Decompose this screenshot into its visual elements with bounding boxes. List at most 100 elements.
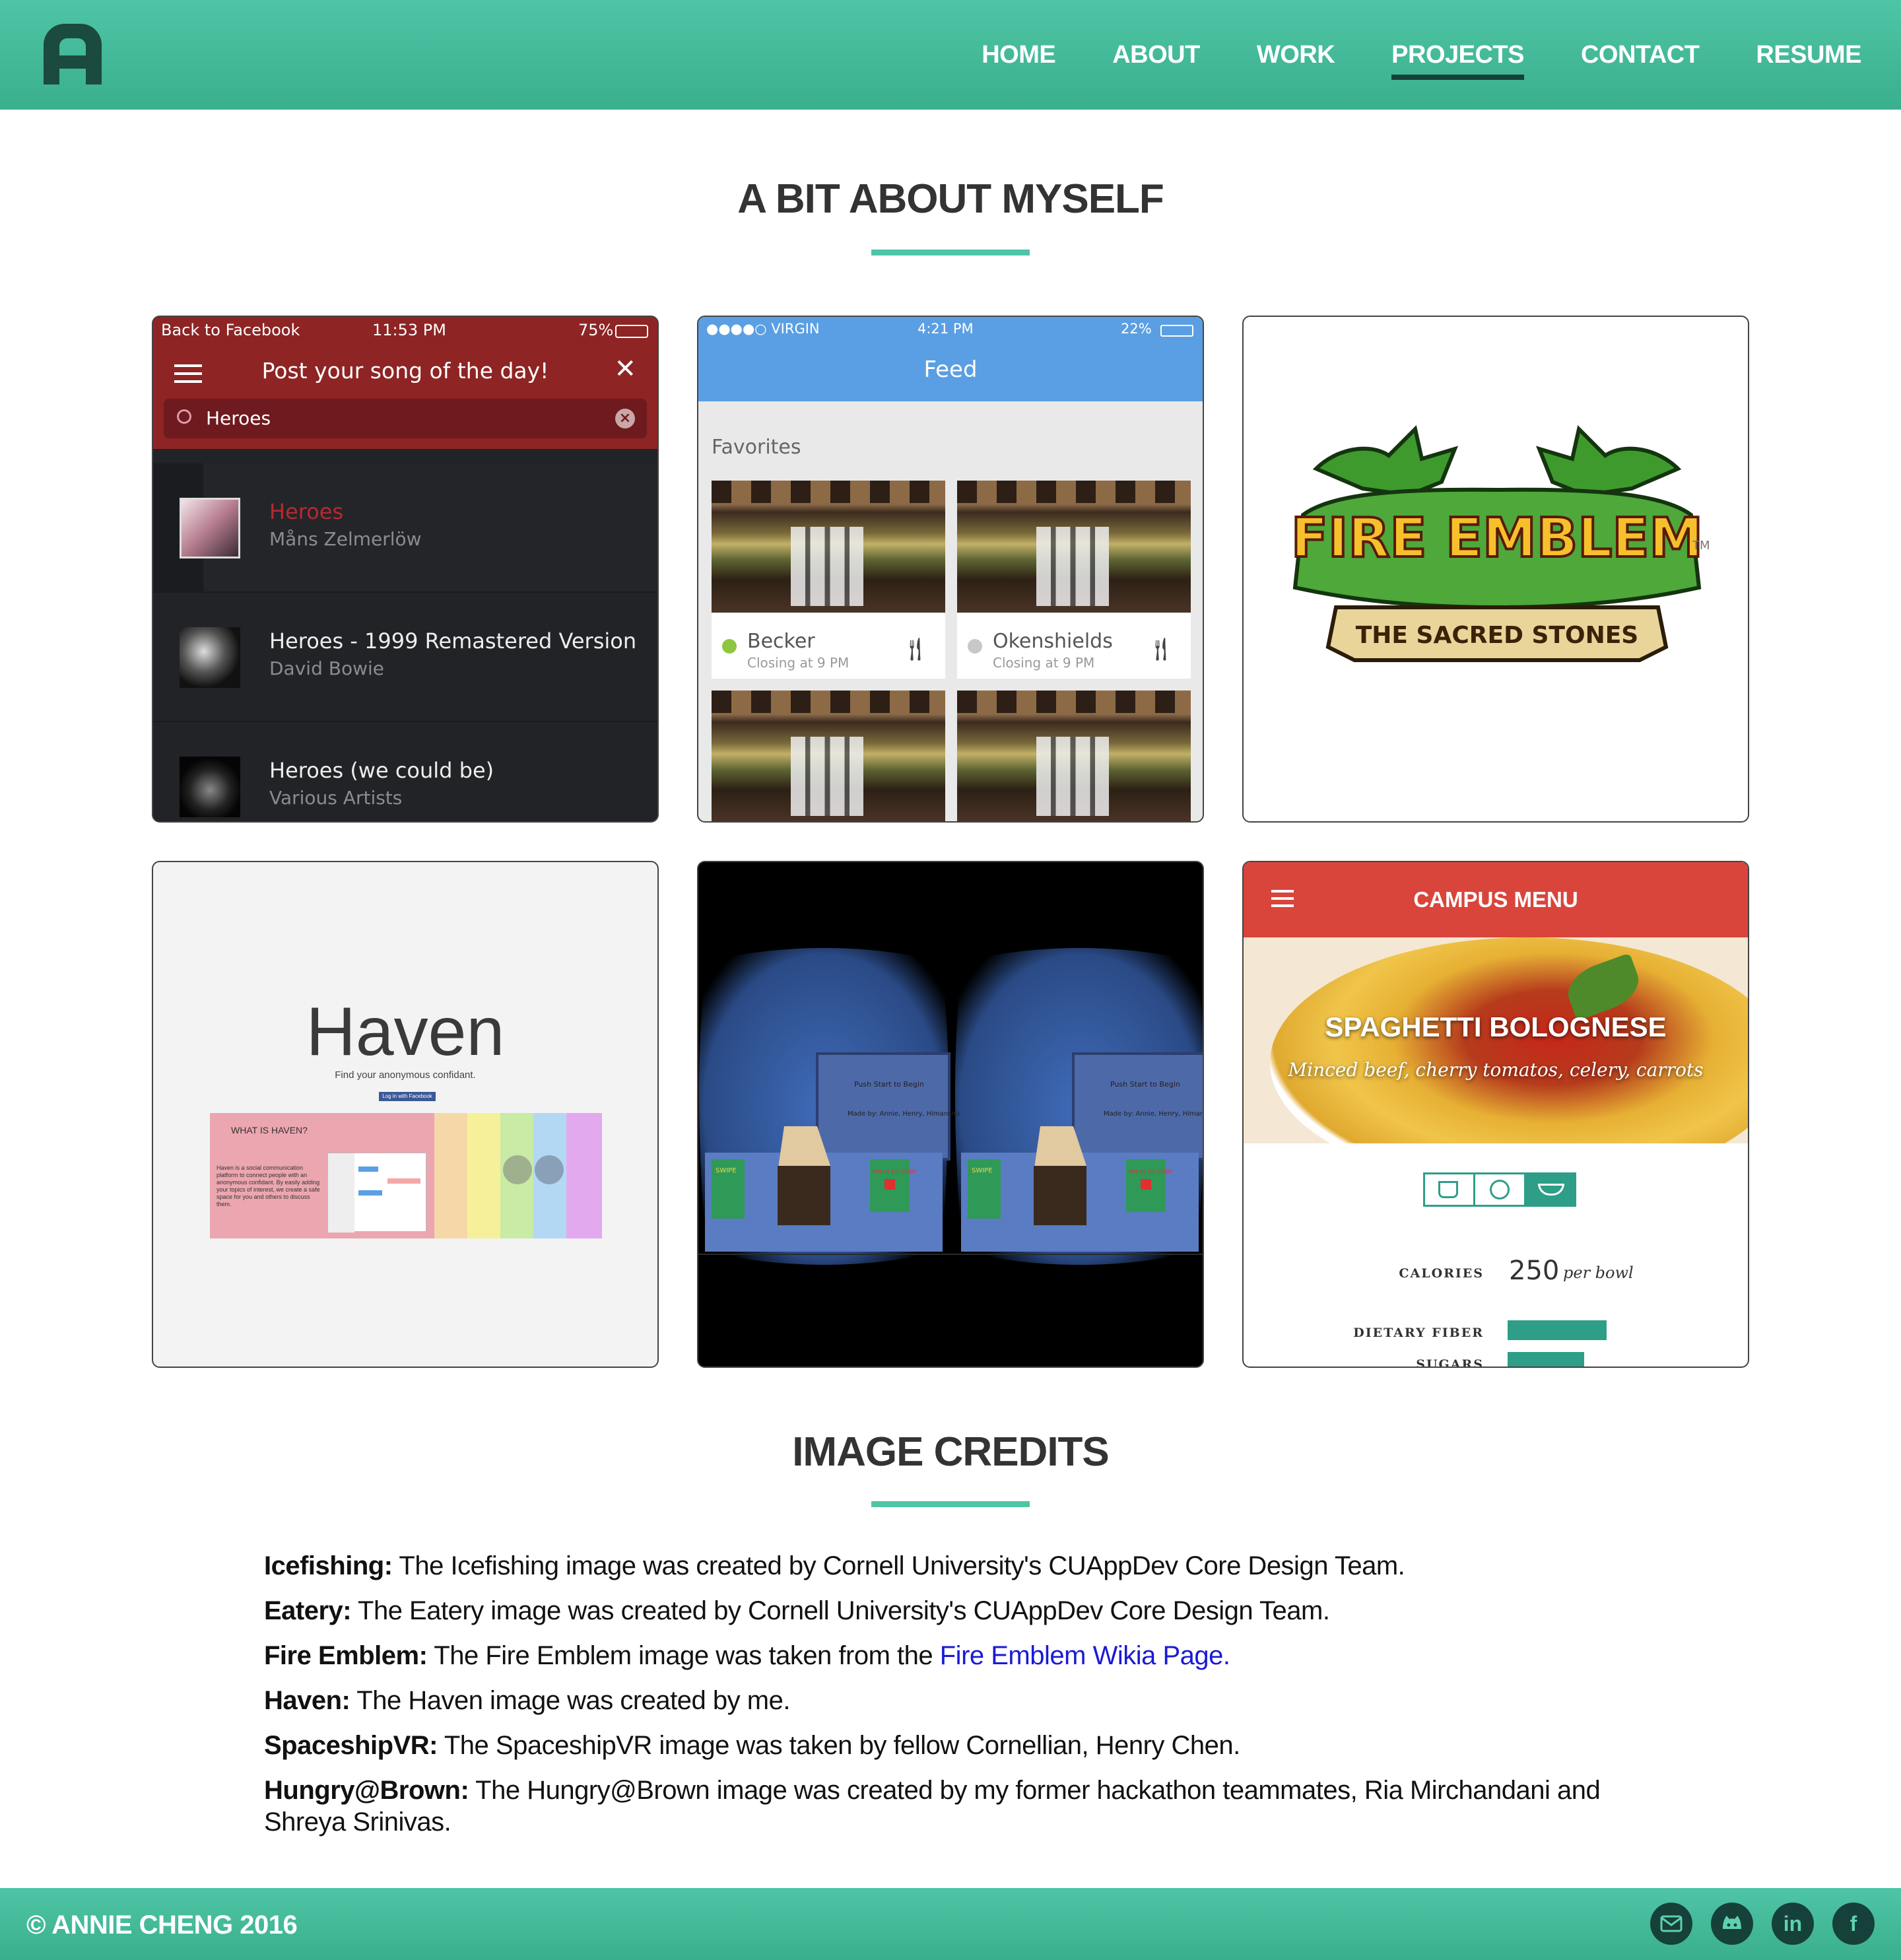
project-tile-eatery[interactable]: ●●●●○ VIRGIN 4:21 PM 22% Feed Favorites … bbox=[697, 316, 1204, 823]
vr-stereo-view: Push Start to Begin Made by: Annie, Henr… bbox=[698, 948, 1204, 1265]
vr-left-swipe: SWIPE bbox=[716, 1167, 737, 1174]
what-is-haven-heading: WHAT IS HAVEN? bbox=[231, 1125, 308, 1135]
vr-right-swipe: SWIPE bbox=[972, 1167, 993, 1174]
status-dot bbox=[968, 639, 982, 654]
status-time: 4:21 PM bbox=[917, 321, 974, 337]
search-value: Heroes bbox=[206, 407, 271, 429]
cup-tab-icon bbox=[1425, 1174, 1476, 1205]
song-title: Heroes - 1999 Remastered Version bbox=[269, 628, 637, 654]
nav-resume[interactable]: RESUME bbox=[1756, 34, 1861, 76]
battery-icon bbox=[615, 325, 648, 338]
favorites-label: Favorites bbox=[712, 436, 801, 459]
haven-subtitle: Find your anonymous confidant. bbox=[335, 1069, 476, 1081]
close-icon: ✕ bbox=[614, 354, 636, 384]
eatery-card: Okenshields Closing at 9 PM 🍴︎ bbox=[957, 481, 1191, 679]
credit-label: SpaceshipVR: bbox=[264, 1731, 438, 1760]
project-tile-haven[interactable]: Haven Find your anonymous confidant. Log… bbox=[152, 861, 659, 1368]
campus-menu-header: CAMPUS MENU bbox=[1244, 862, 1748, 937]
logo-icon[interactable] bbox=[38, 18, 107, 87]
fire-emblem-wordmark: FIRE EMBLEM bbox=[1291, 507, 1703, 570]
credits-title-underline bbox=[871, 1501, 1030, 1507]
campus-menu-title: CAMPUS MENU bbox=[1413, 887, 1578, 912]
dish-description: Minced beef, cherry tomatos, celery, car… bbox=[1288, 1059, 1704, 1081]
phone-status-bar: ●●●●○ VIRGIN 4:21 PM 22% bbox=[698, 317, 1203, 343]
linkedin-icon[interactable]: in bbox=[1772, 1903, 1814, 1945]
plate-tab-icon bbox=[1475, 1174, 1526, 1205]
email-icon[interactable] bbox=[1650, 1903, 1692, 1945]
nav-projects[interactable]: PROJECTS bbox=[1391, 34, 1524, 80]
bowl-tab-icon bbox=[1525, 1174, 1574, 1205]
eatery-photo bbox=[957, 691, 1191, 821]
project-tile-icefishing[interactable]: Back to Facebook 11:53 PM 75% Post your … bbox=[152, 316, 659, 823]
search-bar-wrap: Heroes × bbox=[153, 399, 657, 449]
credit-item: Icefishing: The Icefishing image was cre… bbox=[264, 1550, 1677, 1582]
eatery-card bbox=[957, 691, 1191, 821]
credit-label: Haven: bbox=[264, 1686, 350, 1715]
eatery-name: Okenshields bbox=[993, 630, 1113, 653]
album-art bbox=[180, 757, 240, 817]
status-time: 11:53 PM bbox=[372, 321, 446, 339]
song-title: Heroes (we could be) bbox=[269, 758, 494, 783]
fire-emblem-logo: FIRE EMBLEM THE SACRED STONES TM bbox=[1290, 425, 1710, 662]
vr-right-panel-line2: Made by: Annie, Henry, Himanshu bbox=[1104, 1110, 1204, 1118]
credit-text: The SpaceshipVR image was taken by fello… bbox=[437, 1731, 1240, 1760]
fire-emblem-wikia-link[interactable]: Fire Emblem Wikia Page. bbox=[940, 1641, 1230, 1670]
eatery-photo bbox=[712, 691, 945, 821]
list-item: Heroes (we could be) Various Artists bbox=[153, 722, 657, 821]
nav-about[interactable]: ABOUT bbox=[1112, 34, 1200, 76]
footer: © ANNIE CHENG 2016 in f bbox=[0, 1888, 1901, 1960]
section-title: A BIT ABOUT MYSELF bbox=[737, 176, 1164, 222]
status-dot bbox=[722, 639, 737, 654]
credit-text: The Eatery image was created by Cornell … bbox=[351, 1596, 1330, 1625]
phone-status-bar: Back to Facebook 11:53 PM 75% bbox=[153, 317, 657, 345]
facebook-icon[interactable]: f bbox=[1832, 1903, 1875, 1945]
eatery-hours: Closing at 9 PM bbox=[993, 655, 1095, 671]
nav-contact[interactable]: CONTACT bbox=[1581, 34, 1700, 76]
list-item: Heroes - 1999 Remastered Version David B… bbox=[153, 593, 657, 722]
trademark-mark: TM bbox=[1692, 539, 1710, 553]
app-header: Post your song of the day! ✕ bbox=[153, 345, 657, 399]
credit-text: The Fire Emblem image was taken from the bbox=[427, 1641, 940, 1670]
credits-title: IMAGE CREDITS bbox=[792, 1429, 1110, 1475]
image-credits-list: Icefishing: The Icefishing image was cre… bbox=[264, 1550, 1677, 1851]
vr-left-panel-line2: Made by: Annie, Henry, Himanshu bbox=[848, 1110, 960, 1118]
credit-label: Fire Emblem: bbox=[264, 1641, 428, 1670]
project-tile-hungry-brown[interactable]: CAMPUS MENU SPAGHETTI BOLOGNESE Minced b… bbox=[1242, 861, 1749, 1368]
calories-value: 250 bbox=[1509, 1256, 1560, 1286]
project-tile-fire-emblem[interactable]: FIRE EMBLEM THE SACRED STONES TM bbox=[1242, 316, 1749, 823]
utensils-icon: 🍴︎ bbox=[1146, 636, 1175, 663]
credit-item: SpaceshipVR: The SpaceshipVR image was t… bbox=[264, 1730, 1677, 1761]
utensils-icon: 🍴︎ bbox=[900, 636, 929, 663]
top-nav: HOME ABOUT WORK PROJECTS CONTACT RESUME bbox=[0, 0, 1901, 110]
eatery-card: Becker Closing at 9 PM 🍴︎ bbox=[712, 481, 945, 679]
credit-label: Eatery: bbox=[264, 1596, 352, 1625]
clear-icon: × bbox=[615, 409, 635, 428]
credit-label: Icefishing: bbox=[264, 1551, 393, 1580]
nutrient-bar bbox=[1508, 1320, 1607, 1340]
vr-right-panel-line1: Push Start to Begin bbox=[1110, 1080, 1180, 1089]
eatery-photo bbox=[957, 481, 1191, 613]
status-carrier: ●●●●○ VIRGIN bbox=[706, 321, 820, 337]
vr-left-panel-line1: Push Start to Begin bbox=[854, 1080, 924, 1089]
nav-home[interactable]: HOME bbox=[982, 34, 1056, 76]
credit-item: Hungry@Brown: The Hungry@Brown image was… bbox=[264, 1774, 1677, 1838]
github-icon[interactable] bbox=[1711, 1903, 1753, 1945]
dish-photo: SPAGHETTI BOLOGNESE Minced beef, cherry … bbox=[1244, 937, 1748, 1143]
search-icon bbox=[177, 409, 191, 424]
nutrient-bar bbox=[1508, 1352, 1584, 1367]
project-tile-spaceship-vr[interactable]: Push Start to Begin Made by: Annie, Henr… bbox=[697, 861, 1204, 1368]
eatery-card bbox=[712, 691, 945, 821]
calories-label: CALORIES bbox=[1399, 1266, 1484, 1281]
haven-title: Haven bbox=[306, 994, 505, 1070]
nutrient-label: DIETARY FIBER bbox=[1353, 1326, 1484, 1340]
status-battery: 22% bbox=[1121, 321, 1152, 337]
credit-item: Fire Emblem: The Fire Emblem image was t… bbox=[264, 1640, 1677, 1672]
app-title: Post your song of the day! bbox=[261, 358, 549, 384]
nav-work[interactable]: WORK bbox=[1257, 34, 1335, 76]
haven-app-screenshot bbox=[327, 1153, 426, 1233]
haven-panel-what: WHAT IS HAVEN? Haven is a social communi… bbox=[210, 1113, 434, 1238]
portion-tabs bbox=[1423, 1172, 1576, 1207]
status-battery: 75% bbox=[578, 321, 614, 339]
section-title-underline bbox=[871, 250, 1030, 255]
battery-icon bbox=[1160, 325, 1193, 337]
